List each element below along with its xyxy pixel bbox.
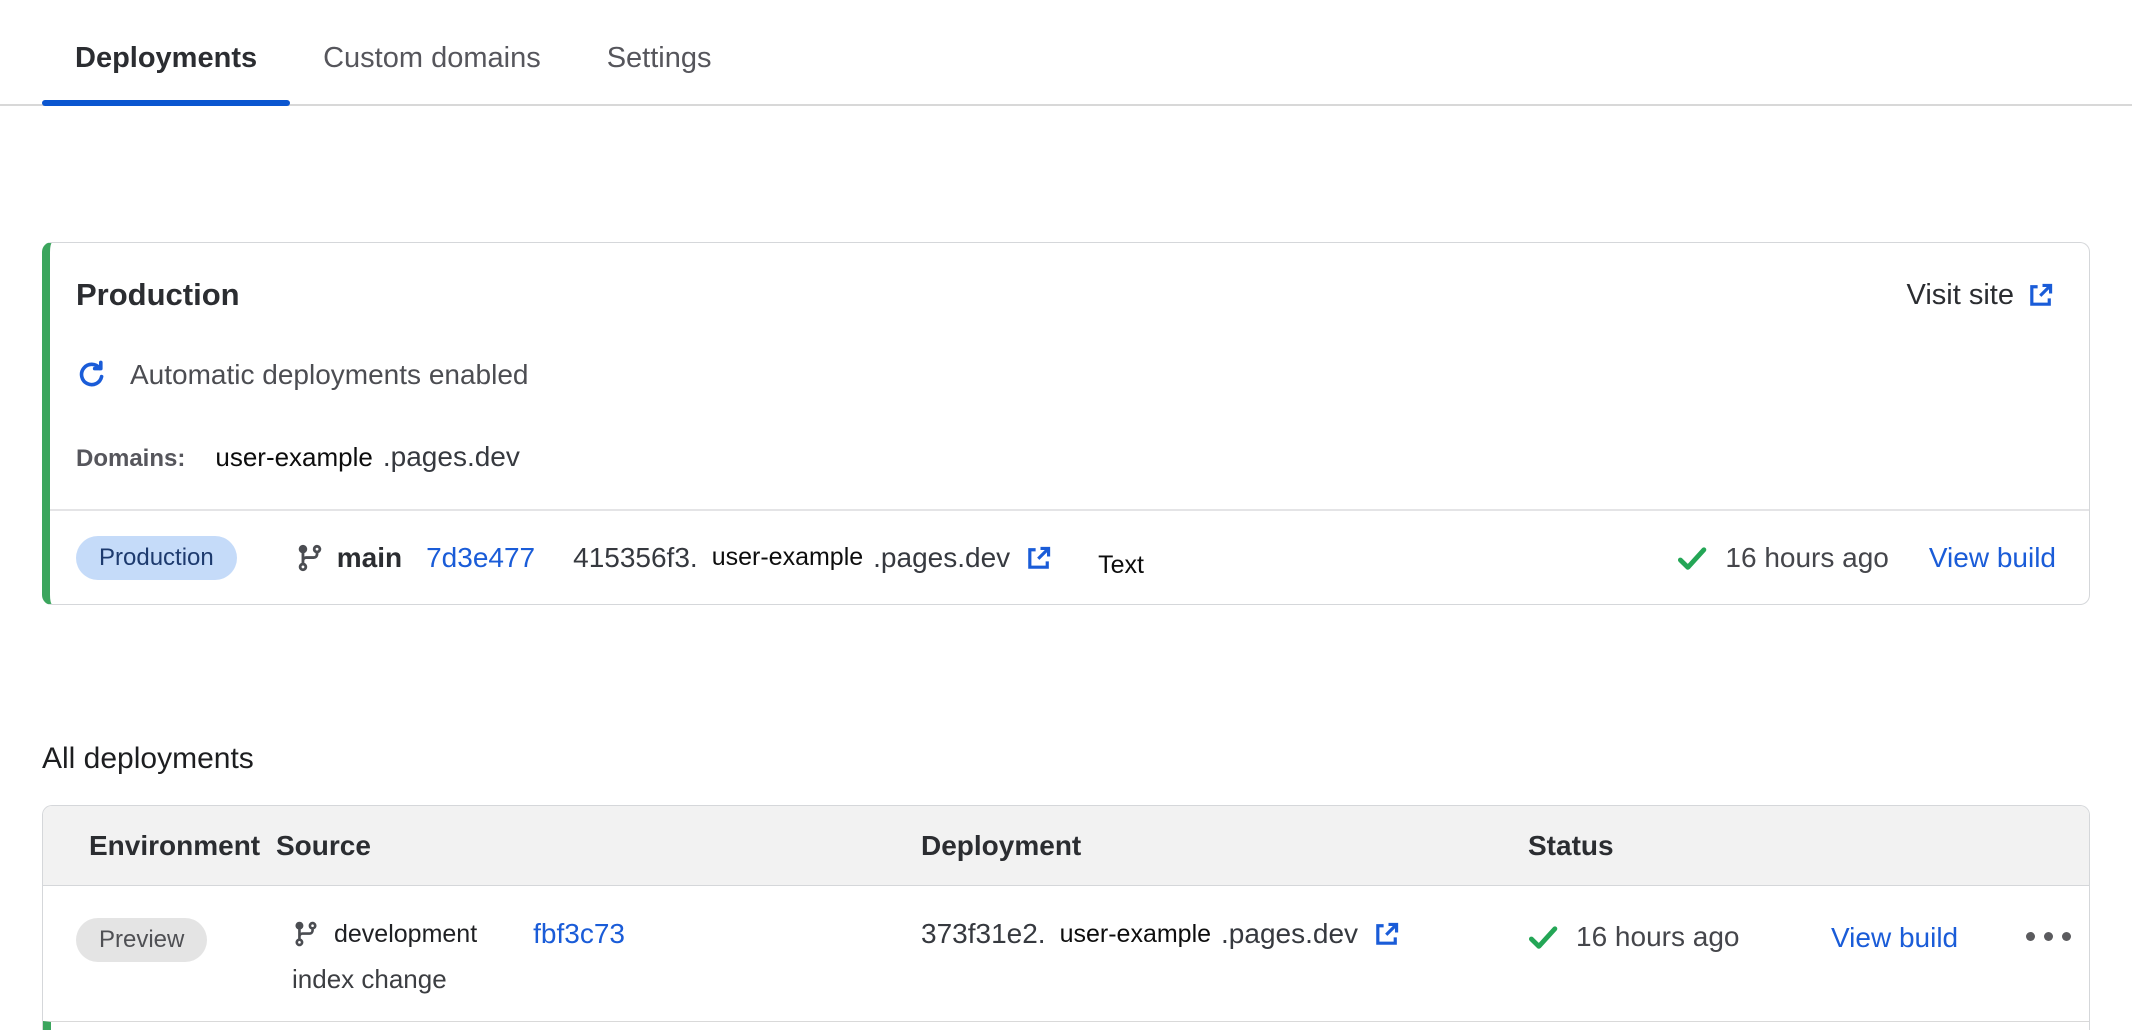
deployment-suffix: .pages.dev [873, 542, 1010, 574]
column-header-status: Status [1526, 830, 1831, 862]
branch-name: main [337, 542, 402, 574]
refresh-icon [76, 359, 108, 391]
view-build-link[interactable]: View build [1831, 922, 1958, 953]
column-header-environment: Environment [43, 830, 246, 862]
git-branch-icon [292, 920, 320, 948]
environment-badge: Preview [76, 918, 207, 962]
tab-bar: Deployments Custom domains Settings [0, 0, 2132, 106]
environment-badge: Production [76, 536, 237, 580]
git-branch-icon [295, 543, 325, 573]
domains-label: Domains: [76, 445, 185, 473]
success-check-icon [1526, 920, 1560, 954]
production-card-title: Production [76, 277, 240, 313]
deployments-table: Environment Source Deployment Status Pre… [42, 805, 2090, 1030]
deployment-url-link[interactable]: 373f31e2. user-example .pages.dev [921, 918, 1402, 950]
deployment-domain: user-example [712, 543, 863, 572]
column-header-deployment: Deployment [921, 830, 1526, 862]
tab-custom-domains[interactable]: Custom domains [290, 42, 574, 104]
deployment-time: 16 hours ago [1725, 542, 1888, 574]
deployment-domain: user-example [1060, 920, 1211, 949]
column-header-source: Source [246, 830, 921, 862]
external-link-icon [1024, 543, 1054, 573]
view-build-link[interactable]: View build [1929, 542, 2056, 574]
table-header-row: Environment Source Deployment Status [43, 806, 2089, 886]
production-deployment-row: Production main 7d3e477 415356f3. user-e… [50, 511, 2089, 604]
branch-name: development [334, 920, 477, 949]
visit-site-link[interactable]: Visit site [1907, 279, 2056, 312]
commit-sha-link[interactable]: fbf3c73 [533, 918, 625, 950]
auto-deployments-text: Automatic deployments enabled [130, 359, 528, 391]
table-row: Preview development fbf3c73 index change… [43, 886, 2089, 1021]
tab-settings[interactable]: Settings [574, 42, 745, 104]
external-link-icon [1372, 919, 1402, 949]
next-row-partial [43, 1021, 2089, 1030]
domain-suffix: .pages.dev [383, 441, 520, 473]
all-deployments-title: All deployments [42, 742, 2132, 776]
domain-name: user-example [215, 442, 373, 473]
deployment-suffix: .pages.dev [1221, 918, 1358, 950]
visit-site-label: Visit site [1907, 279, 2014, 312]
deployment-time: 16 hours ago [1576, 921, 1739, 953]
commit-message: index change [292, 964, 921, 995]
production-card: Production Visit site Automa [42, 242, 2090, 605]
deployment-prefix: 415356f3. [573, 542, 698, 574]
success-check-icon [1675, 541, 1709, 575]
note-text: Text [1098, 551, 1144, 580]
deployment-url-link[interactable]: 415356f3. user-example .pages.dev [535, 542, 1054, 574]
external-link-icon [2026, 280, 2056, 310]
row-options-button[interactable] [2011, 918, 2089, 941]
deployment-prefix: 373f31e2. [921, 918, 1046, 950]
tab-deployments[interactable]: Deployments [42, 42, 290, 104]
commit-sha-link[interactable]: 7d3e477 [426, 542, 535, 574]
